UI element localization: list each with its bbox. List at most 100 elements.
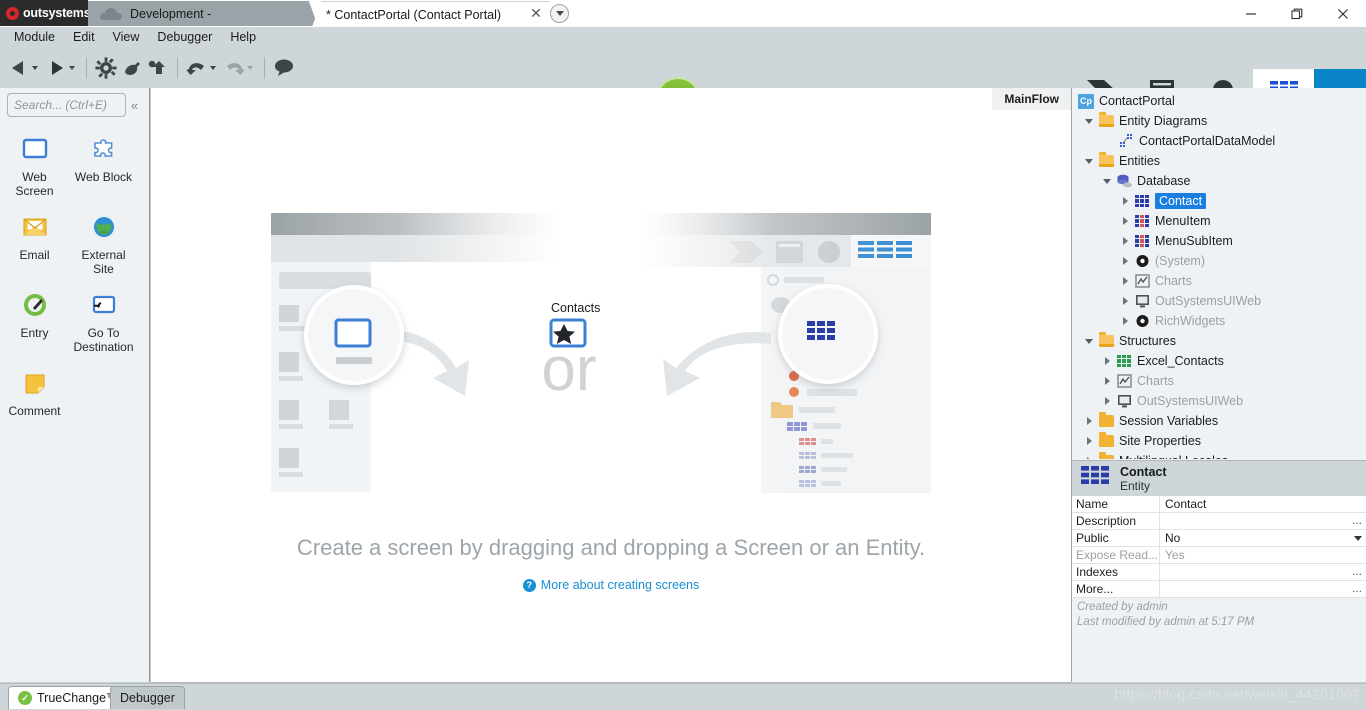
more-about-creating-screens-link[interactable]: ? More about creating screens (151, 578, 1071, 592)
property-row-expose-read[interactable]: Expose Read... Yes (1072, 547, 1366, 564)
tree-item-charts-entity[interactable]: Charts (1072, 271, 1366, 291)
close-icon[interactable]: ✕ (528, 5, 544, 21)
forward-dropdown-icon[interactable] (69, 65, 75, 70)
tab-contactportal[interactable]: * ContactPortal (Contact Portal) (312, 1, 550, 27)
maximize-icon[interactable] (1274, 0, 1320, 27)
collapse-panel-icon[interactable]: « (126, 98, 143, 113)
element-tree[interactable]: Cp ContactPortal Entity Diagrams Contact… (1072, 91, 1366, 459)
entity-icon-blue (1132, 195, 1152, 207)
tool-comment[interactable]: Comment (0, 360, 69, 424)
chevron-down-icon[interactable] (1082, 118, 1096, 124)
ellipsis-icon[interactable]: ... (1352, 512, 1362, 529)
tree-item-system[interactable]: (System) (1072, 251, 1366, 271)
tree-item-label: Excel_Contacts (1137, 354, 1224, 368)
tree-item-entities[interactable]: Entities (1072, 151, 1366, 171)
tree-item-site-properties[interactable]: Site Properties (1072, 431, 1366, 451)
property-row-indexes[interactable]: Indexes ... (1072, 564, 1366, 581)
tree-item-database[interactable]: Database (1072, 171, 1366, 191)
tool-entry[interactable]: Entry (0, 282, 69, 360)
tree-item-outsystemsuiweb-entity[interactable]: OutSystemsUIWeb (1072, 291, 1366, 311)
tree-item-richwidgets[interactable]: RichWidgets (1072, 311, 1366, 331)
property-value[interactable]: ... (1160, 513, 1366, 529)
tree-item-charts-structure[interactable]: Charts (1072, 371, 1366, 391)
toolbox-search-row: Search... (Ctrl+E) « (7, 93, 145, 117)
editor-canvas[interactable]: MainFlow Contacts or Create a screen by … (151, 88, 1071, 682)
chevron-right-icon[interactable] (1100, 357, 1114, 365)
tree-item-structures[interactable]: Structures (1072, 331, 1366, 351)
chevron-right-icon[interactable] (1082, 437, 1096, 445)
menu-help[interactable]: Help (221, 27, 265, 47)
property-value[interactable]: Contact (1160, 496, 1366, 512)
tree-item-contactportaldatamodel[interactable]: ContactPortalDataModel (1072, 131, 1366, 151)
status-tab-debugger[interactable]: Debugger (110, 686, 185, 709)
debug-button[interactable] (119, 51, 145, 85)
chevron-down-icon[interactable] (550, 4, 569, 23)
property-row-description[interactable]: Description ... (1072, 513, 1366, 530)
chevron-right-icon[interactable] (1082, 417, 1096, 425)
folder-open-icon (1096, 112, 1116, 127)
menu-module[interactable]: Module (5, 27, 64, 47)
menu-debugger[interactable]: Debugger (148, 27, 221, 47)
redo-button[interactable] (221, 51, 247, 85)
tool-email[interactable]: Email (0, 204, 69, 282)
menu-edit[interactable]: Edit (64, 27, 104, 47)
undo-button[interactable] (184, 51, 210, 85)
property-row-name[interactable]: Name Contact (1072, 496, 1366, 513)
property-value[interactable]: ... (1160, 581, 1366, 597)
close-window-icon[interactable] (1320, 0, 1366, 27)
tree-root-contactportal[interactable]: Cp ContactPortal (1072, 91, 1366, 111)
tree-item-outsystemsuiweb-structure[interactable]: OutSystemsUIWeb (1072, 391, 1366, 411)
tree-item-excel-contacts[interactable]: Excel_Contacts (1072, 351, 1366, 371)
properties-footer: Created by admin Last modified by admin … (1072, 600, 1366, 630)
chevron-right-icon[interactable] (1118, 217, 1132, 225)
chevron-right-icon[interactable] (1082, 457, 1096, 459)
chevron-right-icon[interactable] (1118, 317, 1132, 325)
ellipsis-icon[interactable]: ... (1352, 580, 1362, 597)
tab-development[interactable]: Development - (88, 1, 318, 26)
property-value[interactable]: No (1160, 530, 1366, 546)
menu-view[interactable]: View (104, 27, 149, 47)
tool-web-block[interactable]: Web Block (69, 126, 138, 204)
minimize-icon[interactable] (1228, 0, 1274, 27)
chevron-right-icon[interactable] (1118, 237, 1132, 245)
outsystems-logo-tab[interactable]: outsystems (0, 0, 91, 26)
status-tab-truechange-label: TrueChange™ (37, 691, 119, 705)
chevron-right-icon[interactable] (1100, 397, 1114, 405)
tree-item-menusubitem[interactable]: MenuSubItem (1072, 231, 1366, 251)
publish-button[interactable] (93, 51, 119, 85)
comment-button[interactable] (271, 51, 297, 85)
tree-item-label: Charts (1137, 374, 1174, 388)
tree-item-entity-diagrams[interactable]: Entity Diagrams (1072, 111, 1366, 131)
chevron-right-icon[interactable] (1100, 377, 1114, 385)
redo-dropdown-icon[interactable] (247, 65, 253, 70)
tool-web-screen[interactable]: Web Screen (0, 126, 69, 204)
tool-external-site[interactable]: External Site (69, 204, 138, 282)
tree-item-menuitem[interactable]: MenuItem (1072, 211, 1366, 231)
chevron-down-icon[interactable] (1082, 158, 1096, 164)
chevron-down-icon[interactable] (1082, 338, 1096, 344)
chevron-right-icon[interactable] (1118, 257, 1132, 265)
chevron-down-icon[interactable] (1100, 178, 1114, 184)
chevron-right-icon[interactable] (1118, 197, 1132, 205)
tree-item-contact[interactable]: Contact (1072, 191, 1366, 211)
tool-go-to-destination[interactable]: Go To Destination (69, 282, 138, 360)
back-dropdown-icon[interactable] (32, 65, 38, 70)
chevron-right-icon[interactable] (1118, 277, 1132, 285)
chevron-down-icon[interactable] (1354, 536, 1362, 541)
property-row-public[interactable]: Public No (1072, 530, 1366, 547)
ellipsis-icon[interactable]: ... (1352, 563, 1362, 580)
search-input[interactable]: Search... (Ctrl+E) (7, 93, 126, 117)
undo-dropdown-icon[interactable] (210, 65, 216, 70)
tree-item-multilingual-locales[interactable]: Multilingual Locales (1072, 451, 1366, 459)
property-value[interactable]: ... (1160, 564, 1366, 580)
back-button[interactable] (6, 51, 32, 85)
forward-button[interactable] (43, 51, 69, 85)
web-screen-icon (21, 134, 49, 164)
flow-tab-mainflow[interactable]: MainFlow (992, 88, 1071, 110)
folder-open-icon (1096, 152, 1116, 167)
chevron-right-icon[interactable] (1118, 297, 1132, 305)
email-icon (20, 212, 50, 242)
open-browser-button[interactable] (145, 51, 171, 85)
property-row-more[interactable]: More... ... (1072, 581, 1366, 598)
tree-item-session-variables[interactable]: Session Variables (1072, 411, 1366, 431)
